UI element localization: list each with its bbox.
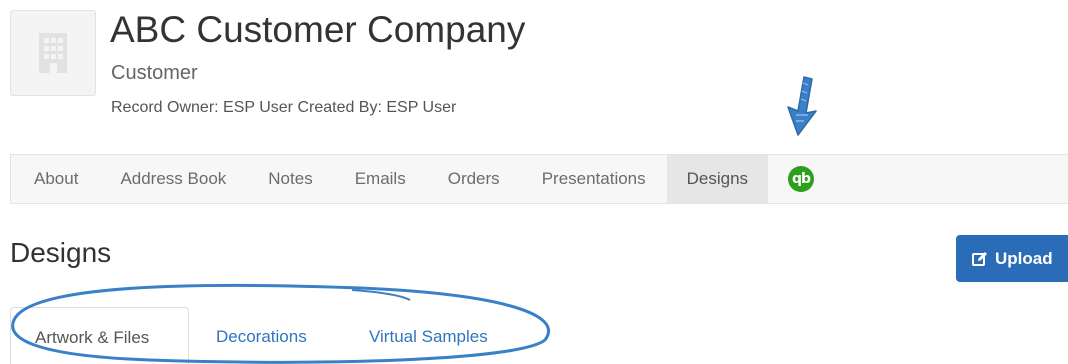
nav-emails[interactable]: Emails bbox=[334, 155, 427, 203]
nav-notes[interactable]: Notes bbox=[247, 155, 333, 203]
company-avatar bbox=[10, 10, 96, 96]
nav-orders[interactable]: Orders bbox=[427, 155, 521, 203]
quickbooks-icon: qb bbox=[788, 166, 815, 192]
record-nav: About Address Book Notes Emails Orders P… bbox=[10, 154, 1068, 204]
nav-address-book[interactable]: Address Book bbox=[99, 155, 247, 203]
record-meta: Record Owner: ESP User Created By: ESP U… bbox=[111, 99, 457, 116]
company-type: Customer bbox=[111, 62, 198, 84]
nav-presentations[interactable]: Presentations bbox=[521, 155, 667, 203]
building-icon bbox=[39, 33, 67, 73]
nav-quickbooks[interactable]: qb bbox=[768, 155, 834, 203]
upload-button-label: Upload bbox=[995, 248, 1053, 268]
edit-icon bbox=[972, 251, 988, 266]
tab-artwork-files[interactable]: Artwork & Files bbox=[10, 307, 189, 364]
tab-virtual-samples[interactable]: Virtual Samples bbox=[369, 307, 488, 364]
nav-designs[interactable]: Designs bbox=[666, 155, 769, 203]
nav-about[interactable]: About bbox=[11, 155, 99, 203]
tab-decorations[interactable]: Decorations bbox=[216, 307, 307, 364]
annotation-arrow-icon bbox=[787, 76, 817, 136]
company-name: ABC Customer Company bbox=[110, 9, 526, 50]
upload-button[interactable]: Upload bbox=[956, 235, 1068, 282]
section-title: Designs bbox=[10, 237, 112, 268]
